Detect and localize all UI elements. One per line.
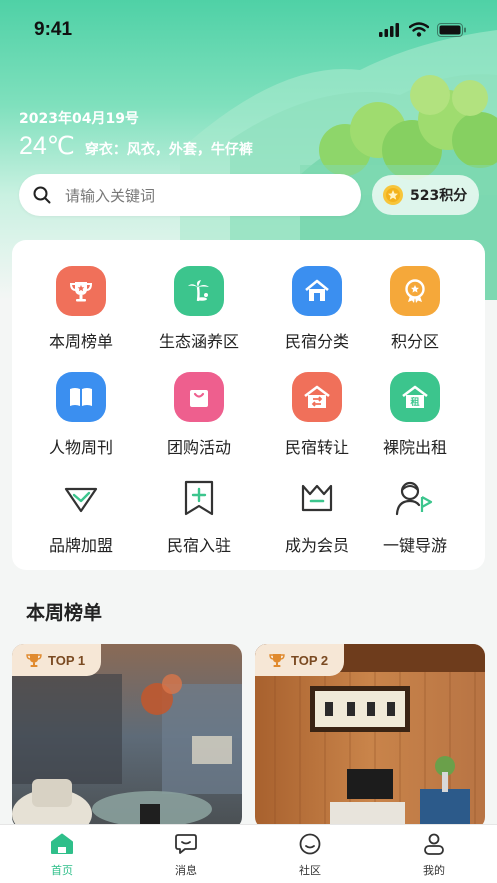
- shopping-bag-icon: [174, 372, 224, 422]
- tab-messages[interactable]: 消息: [136, 833, 236, 878]
- search-placeholder: 请输入关键词: [65, 186, 156, 205]
- grid-item-brand-franchise[interactable]: 品牌加盟: [22, 478, 140, 556]
- rank-badge-label: TOP 1: [48, 652, 86, 668]
- bookmark-plus-icon: [174, 478, 224, 518]
- medal-icon: [390, 266, 440, 316]
- rank-badge: TOP 2: [255, 644, 345, 676]
- diamond-icon: [56, 478, 106, 518]
- grid-item-group-buy[interactable]: 团购活动: [140, 372, 258, 458]
- message-icon: [175, 834, 197, 854]
- temperature: 24℃: [19, 132, 75, 160]
- grid-label: 人物周刊: [48, 438, 113, 457]
- grid-label: 品牌加盟: [48, 536, 113, 555]
- bottom-tab-bar: 首页 消息 社区 我的: [0, 824, 497, 883]
- cellular-signal-icon: [379, 22, 399, 37]
- grid-label: 本周榜单: [48, 332, 113, 351]
- weather-row: 24℃ 穿衣：风衣，外套，牛仔裤: [19, 131, 253, 161]
- points-button[interactable]: 523积分: [372, 175, 479, 215]
- grid-item-homestay-join[interactable]: 民宿入驻: [140, 478, 258, 556]
- trophy-icon: [269, 653, 285, 667]
- rank-badge-label: TOP 2: [291, 652, 329, 668]
- guide-icon: [390, 478, 440, 518]
- palm-tree-icon: [174, 266, 224, 316]
- book-icon: [56, 372, 106, 422]
- community-icon: [299, 833, 321, 855]
- battery-icon: [437, 22, 466, 37]
- member-icon: [292, 478, 342, 518]
- grid-label: 一键导游: [382, 536, 447, 555]
- trophy-icon: [56, 266, 106, 316]
- feature-grid: 本周榜单 生态涵养区 民宿分类 积分区 人物周刊 团购活动 民宿转让 租 裸院出…: [12, 240, 485, 570]
- grid-label: 生态涵养区: [158, 332, 239, 351]
- tab-label: 首页: [51, 864, 73, 877]
- house-icon: [292, 266, 342, 316]
- grid-item-points-zone[interactable]: 积分区: [356, 266, 474, 352]
- grid-item-yard-rent[interactable]: 租 裸院出租: [356, 372, 474, 458]
- status-time: 9:41: [34, 19, 73, 40]
- grid-label: 积分区: [390, 332, 439, 351]
- rank-badge: TOP 1: [12, 644, 102, 676]
- tab-label: 社区: [299, 864, 321, 877]
- section-title: 本周榜单: [26, 602, 103, 624]
- grid-item-weekly-ranking[interactable]: 本周榜单: [22, 266, 140, 352]
- search-icon: [33, 186, 51, 204]
- house-transfer-icon: [292, 372, 342, 422]
- ranking-card-1[interactable]: TOP 1: [12, 644, 242, 829]
- grid-item-eco-zone[interactable]: 生态涵养区: [140, 266, 258, 352]
- grid-label: 团购活动: [166, 438, 231, 457]
- ranking-card-2[interactable]: TOP 2: [255, 644, 485, 829]
- search-input[interactable]: 请输入关键词: [19, 174, 361, 216]
- tab-profile[interactable]: 我的: [384, 833, 484, 878]
- coin-icon: [383, 185, 403, 205]
- grid-label: 裸院出租: [382, 438, 447, 457]
- grid-item-people-weekly[interactable]: 人物周刊: [22, 372, 140, 458]
- grid-item-one-click-guide[interactable]: 一键导游: [356, 478, 474, 556]
- house-rent-icon: 租: [390, 372, 440, 422]
- home-icon: [51, 833, 73, 854]
- profile-icon: [424, 833, 444, 855]
- date-label: 2023年04月19号: [19, 111, 139, 127]
- tab-community[interactable]: 社区: [260, 833, 360, 878]
- outfit-suggestion: 穿衣：风衣，外套，牛仔裤: [84, 142, 253, 158]
- rent-char: 租: [410, 396, 419, 408]
- points-label: 523积分: [410, 188, 468, 204]
- status-icons: [379, 22, 467, 37]
- trophy-icon: [26, 653, 42, 667]
- status-bar: 9:41: [0, 0, 497, 60]
- tab-label: 我的: [423, 864, 445, 877]
- tab-label: 消息: [175, 864, 197, 877]
- wifi-icon: [409, 22, 429, 37]
- grid-label: 民宿入驻: [166, 536, 231, 555]
- tab-home[interactable]: 首页: [12, 833, 112, 878]
